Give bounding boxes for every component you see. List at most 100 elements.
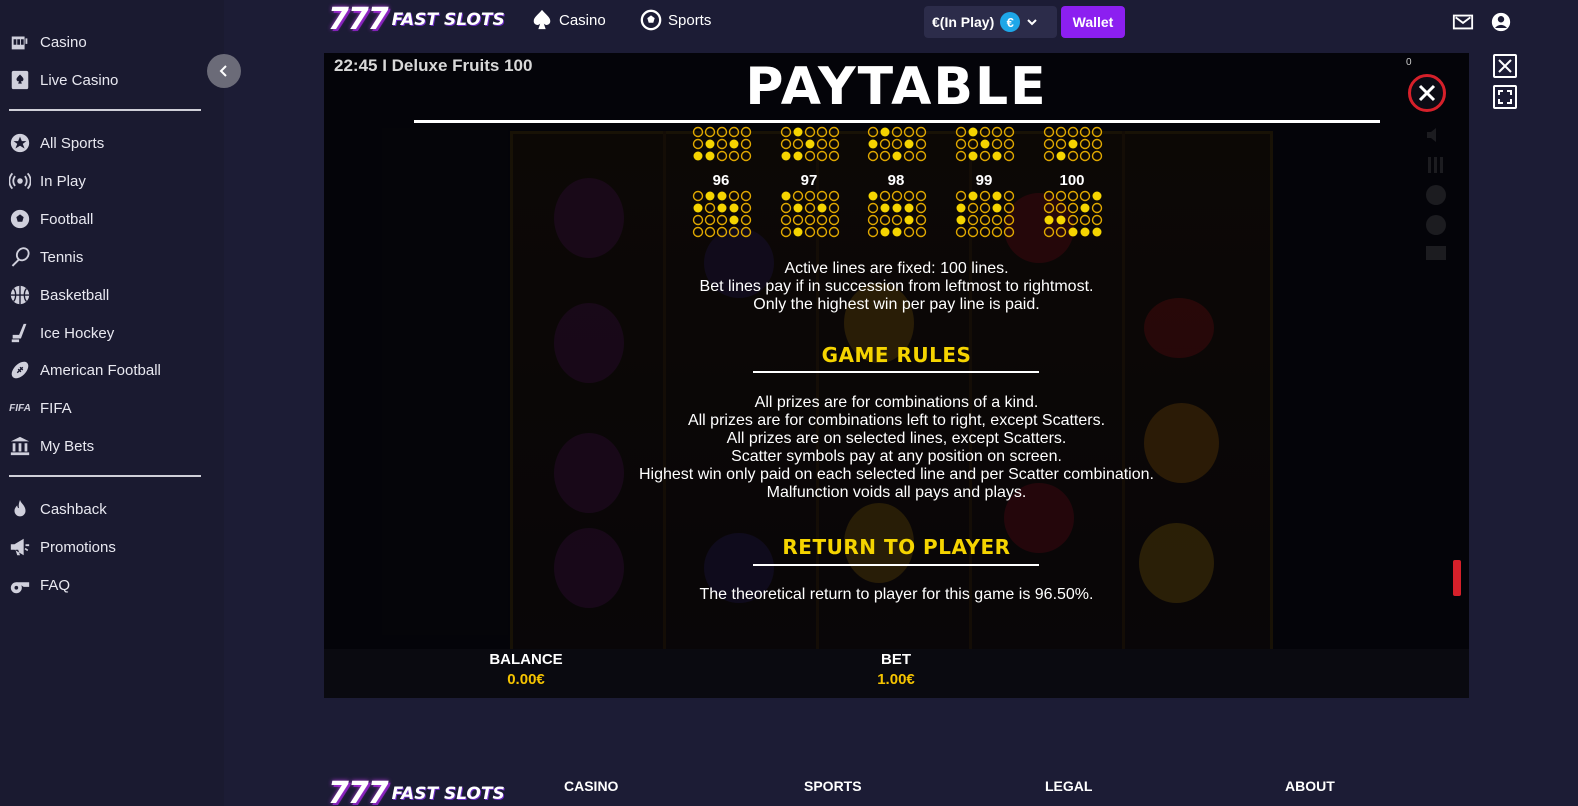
spade-card-icon [8, 68, 32, 92]
game-rules-heading: GAME RULES [821, 343, 972, 367]
payline-dot [692, 190, 704, 202]
sidebar-divider [9, 475, 201, 477]
payline-dot [867, 214, 879, 226]
sidebar-item-american-football[interactable]: American Football [8, 357, 161, 383]
payline-dot [904, 203, 914, 213]
sidebar-item-label: My Bets [40, 437, 95, 455]
payline-dot [1091, 150, 1103, 162]
payline-dot [817, 203, 827, 213]
payline-pattern-partial [1043, 126, 1103, 162]
footer-logo[interactable]: 777 FAST SLOTS [328, 776, 505, 806]
sidebar-collapse-button[interactable] [207, 54, 241, 88]
game-rule-line: Malfunction voids all pays and plays. [766, 484, 1027, 501]
rtp-heading: RETURN TO PLAYER [782, 535, 1011, 559]
payline-dot [729, 139, 739, 149]
sidebar-item-ice-hockey[interactable]: Ice Hockey [8, 320, 114, 346]
euro-currency-icon: € [1000, 12, 1021, 32]
payline-pattern-99 [955, 190, 1015, 238]
payline-dot [992, 203, 1002, 213]
game-rule-line: All prizes are for combinations of a kin… [754, 394, 1039, 411]
sidebar-item-basketball[interactable]: Basketball [8, 282, 109, 308]
wallet-button[interactable]: Wallet [1061, 6, 1125, 38]
sidebar-item-my-bets[interactable]: My Bets [8, 433, 94, 459]
payline-dot [1043, 126, 1055, 138]
fullscreen-button[interactable] [1493, 85, 1517, 109]
payline-dot [717, 203, 727, 213]
payline-dot [991, 126, 1003, 138]
payline-dot [903, 226, 915, 238]
payline-dot [828, 190, 840, 202]
flame-icon [8, 497, 32, 521]
payline-dot [1055, 126, 1067, 138]
sidebar-item-fifa[interactable]: FIFA FIFA [8, 395, 72, 421]
rtp-underline [753, 564, 1039, 566]
payline-pattern-partial [780, 126, 840, 162]
balance-value: 0.00€ [507, 671, 545, 688]
payline-dot [692, 214, 704, 226]
site-logo[interactable]: 777 FAST SLOTS [328, 2, 505, 37]
payline-dot [792, 214, 804, 226]
bets-building-icon [8, 434, 32, 458]
payline-dot [879, 138, 891, 150]
payline-dot [867, 202, 879, 214]
payline-dot [892, 203, 902, 213]
payline-dot [915, 214, 927, 226]
sidebar-item-in-play[interactable]: In Play [8, 168, 86, 194]
sidebar-item-casino[interactable]: Casino [8, 29, 87, 55]
sidebar-item-label: Basketball [40, 286, 110, 304]
payline-dot [828, 214, 840, 226]
close-game-button[interactable] [1493, 54, 1517, 78]
payline-dot [968, 191, 978, 201]
payline-number: 100 [1059, 172, 1085, 189]
sidebar-item-football[interactable]: Football [8, 206, 93, 232]
payline-dot [903, 190, 915, 202]
payline-dot [1003, 126, 1015, 138]
sidebar-item-live-casino[interactable]: Live Casino [8, 67, 118, 93]
payline-dot [816, 226, 828, 238]
payline-dot [991, 226, 1003, 238]
payline-dot [828, 226, 840, 238]
bet-label: BET [881, 651, 911, 668]
history-icon [1424, 213, 1448, 237]
sidebar-item-all-sports[interactable]: All Sports [8, 130, 104, 156]
payline-dot [1043, 202, 1055, 214]
payline-dot [903, 126, 915, 138]
payline-dot [891, 138, 903, 150]
payline-dot [804, 202, 816, 214]
payline-pattern-partial [692, 126, 752, 162]
payline-dot [1079, 150, 1091, 162]
payline-dot [1003, 226, 1015, 238]
balance-selector[interactable]: €(In Play) € [924, 6, 1057, 38]
close-paytable-button[interactable] [1408, 74, 1446, 112]
payline-dot [740, 226, 752, 238]
payline-dot [868, 191, 878, 201]
whistle-icon [8, 573, 32, 597]
payline-dot [816, 138, 828, 150]
payline-dot [1091, 202, 1103, 214]
payline-dot [979, 202, 991, 214]
sidebar-item-cashback[interactable]: Cashback [8, 496, 107, 522]
nav-casino[interactable]: Casino [531, 9, 606, 31]
payline-dot [891, 190, 903, 202]
payline-dot [880, 127, 890, 137]
payline-dot [1003, 214, 1015, 226]
mail-icon[interactable] [1452, 11, 1474, 33]
payline-dot [740, 138, 752, 150]
sidebar-item-promotions[interactable]: Promotions [8, 534, 116, 560]
payline-dot [867, 226, 879, 238]
sidebar-item-tennis[interactable]: Tennis [8, 244, 83, 270]
paytable-scrollbar[interactable] [1453, 560, 1461, 596]
user-account-icon[interactable] [1490, 11, 1512, 33]
sidebar-item-faq[interactable]: FAQ [8, 572, 70, 598]
payline-dot [704, 214, 716, 226]
payline-dot [792, 138, 804, 150]
payline-dot [693, 151, 703, 161]
payline-dot [1003, 138, 1015, 150]
nav-sports[interactable]: Sports [640, 9, 711, 31]
payline-dot [705, 139, 715, 149]
sidebar-item-label: Live Casino [40, 71, 119, 89]
payline-dot [704, 226, 716, 238]
fullscreen-icon [1498, 90, 1512, 104]
payline-dot [1055, 226, 1067, 238]
payline-dot [979, 214, 991, 226]
